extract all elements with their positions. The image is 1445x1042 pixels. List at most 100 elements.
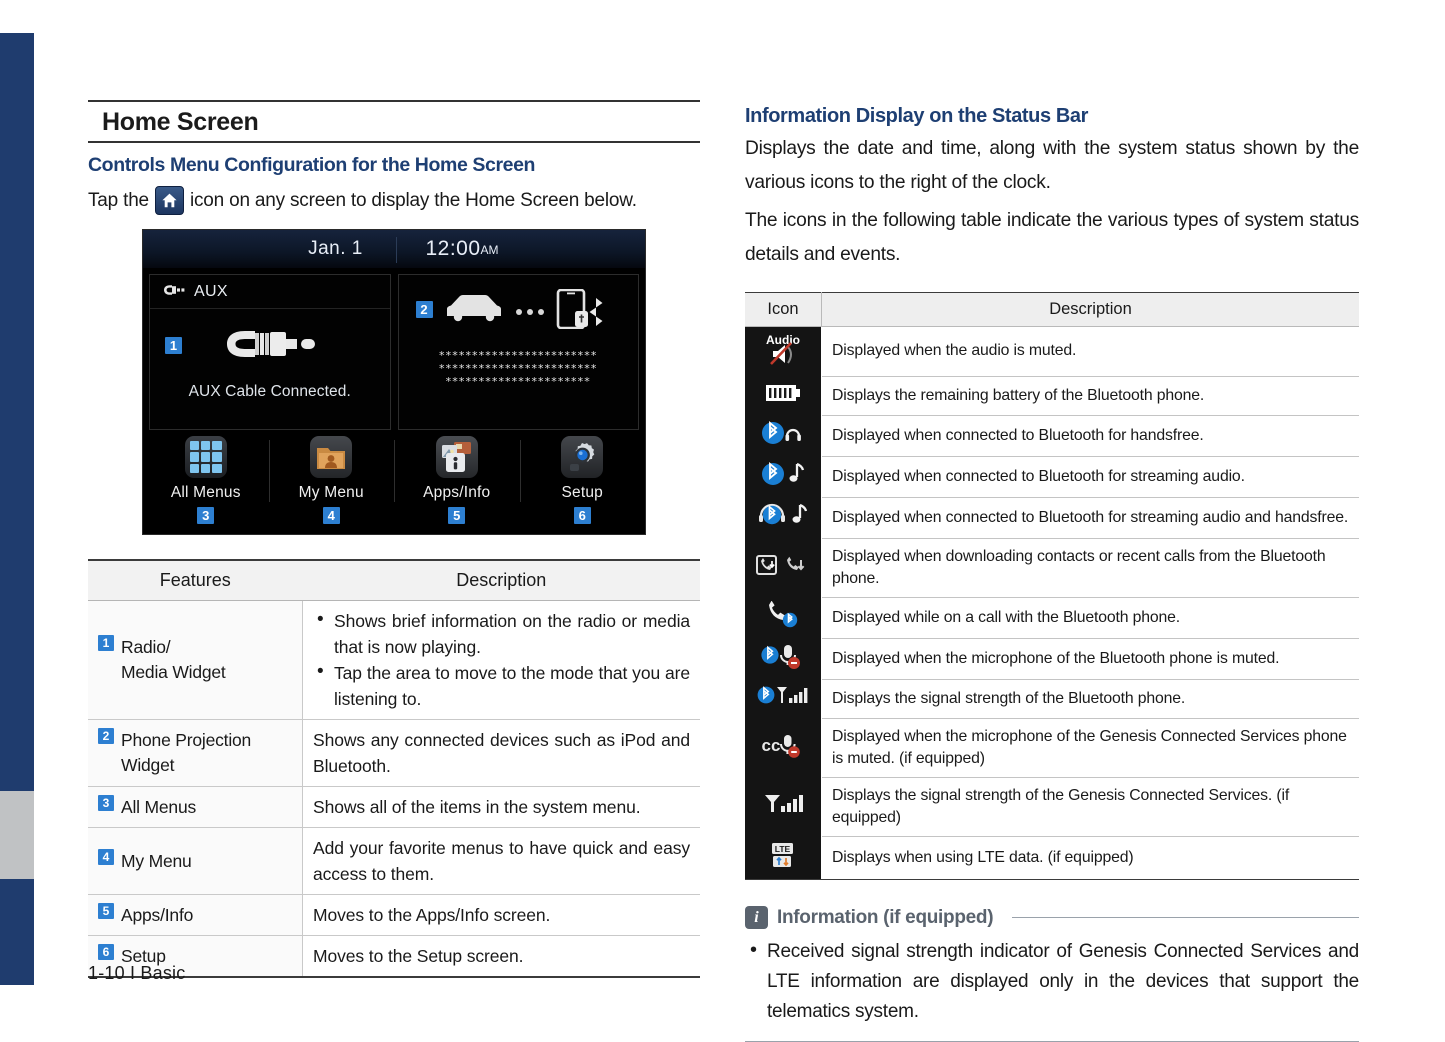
status-description: Displays the signal strength of the Blue… bbox=[821, 679, 1359, 719]
status-description: Displayed when the microphone of the Blu… bbox=[821, 638, 1359, 680]
radio-media-widget[interactable]: AUX 1 AUX Cable Connected. bbox=[149, 274, 391, 430]
table-row: Displayed when connected to Bluetooth fo… bbox=[745, 497, 1359, 539]
information-note-title: Information (if equipped) bbox=[777, 906, 994, 928]
status-bar-time: 12:00 bbox=[425, 237, 481, 260]
intro-instruction: Tap the icon on any screen to display th… bbox=[88, 186, 700, 215]
status-description: Displays when using LTE data. (if equipp… bbox=[821, 836, 1359, 880]
status-description: Displayed when downloading contacts or r… bbox=[821, 538, 1359, 598]
description-text: Shows all of the items in the system men… bbox=[313, 797, 641, 817]
information-header-rule bbox=[1012, 917, 1359, 918]
callout-badge-2: 2 bbox=[98, 728, 114, 744]
callout-badge-5: 5 bbox=[98, 902, 114, 919]
table-row: Displayed when downloading contacts or r… bbox=[745, 538, 1359, 598]
launcher-item-my-menu[interactable]: My Menu 4 bbox=[268, 436, 395, 525]
head-unit-launcher-row: All Menus 3 My Menu 4 Apps/Info 5 Setup … bbox=[143, 430, 645, 534]
aux-cable-icon bbox=[225, 327, 321, 366]
launcher-label-my-menu: My Menu bbox=[298, 484, 364, 501]
connection-dots-icon bbox=[515, 308, 544, 315]
description-bullet: Tap the area to move to the mode that yo… bbox=[313, 659, 690, 712]
table-row: Audio Displayed when the audio is muted. bbox=[745, 326, 1359, 377]
car-icon bbox=[443, 292, 505, 331]
right-column: Information Display on the Status Bar Di… bbox=[745, 105, 1359, 1042]
description-cell: Add your favorite menus to have quick an… bbox=[302, 827, 700, 895]
status-icon-table: Icon Description Audio Displayed when th bbox=[745, 292, 1359, 880]
description-text: Moves to the Setup screen. bbox=[313, 946, 524, 966]
launcher-label-setup: Setup bbox=[561, 484, 603, 501]
callout-badge-3: 3 bbox=[197, 507, 215, 524]
callout-badge-3: 3 bbox=[98, 794, 114, 811]
home-icon bbox=[154, 186, 184, 215]
callout-badge-6: 6 bbox=[573, 507, 591, 524]
callout-badge-5: 5 bbox=[448, 507, 466, 524]
manual-page: Home Screen Controls Menu Configuration … bbox=[0, 0, 1445, 1042]
feature-cell: 1 Radio/ Media Widget bbox=[88, 600, 303, 720]
callout-badge-4: 4 bbox=[98, 848, 114, 865]
bluetooth-audio-icon bbox=[745, 456, 822, 497]
information-note-box: i Information (if equipped) Received sig… bbox=[745, 906, 1359, 1042]
status-description: Displayed when the audio is muted. bbox=[821, 326, 1359, 377]
feature-label-line1: My Menu bbox=[121, 850, 192, 871]
table-row: Displayed when the microphone of the Blu… bbox=[745, 638, 1359, 680]
information-note-list: Received signal strength indicator of Ge… bbox=[745, 935, 1359, 1027]
aux-plug-icon bbox=[163, 283, 185, 301]
lte-data-icon: LTE bbox=[745, 836, 822, 880]
bluetooth-handsfree-icon bbox=[745, 415, 822, 456]
status-bar-ampm: AM bbox=[480, 243, 499, 257]
head-unit-widgets-row: AUX 1 AUX Cable Connected. 2 ***********… bbox=[143, 268, 645, 430]
table-row: Displayed when connected to Bluetooth fo… bbox=[745, 456, 1359, 498]
gcs-mic-muted-icon: cc bbox=[745, 718, 822, 777]
feature-label-line2: Widget bbox=[121, 755, 175, 775]
table-row: LTE Displays when using LTE data. (if eq… bbox=[745, 836, 1359, 880]
feature-cell: 2 Phone Projection Widget bbox=[88, 719, 303, 787]
left-column: Home Screen Controls Menu Configuration … bbox=[88, 100, 700, 978]
status-bar-divider bbox=[396, 237, 397, 263]
masked-line-1: ************************ bbox=[439, 349, 598, 362]
icon-column-header: Icon bbox=[745, 292, 822, 327]
description-cell: Shows brief information on the radio or … bbox=[302, 600, 700, 720]
table-row: 5 Apps/Info Moves to the Apps/Info scree… bbox=[88, 894, 700, 936]
table-row: 2 Phone Projection Widget Shows any conn… bbox=[88, 719, 700, 787]
bluetooth-signal-strength-icon bbox=[745, 679, 822, 718]
status-description: Displayed when connected to Bluetooth fo… bbox=[821, 415, 1359, 457]
launcher-item-apps-info[interactable]: Apps/Info 5 bbox=[394, 436, 520, 525]
svg-text:LTE: LTE bbox=[775, 844, 791, 854]
features-column-header: Features bbox=[88, 559, 303, 601]
status-description: Displays the remaining battery of the Bl… bbox=[821, 376, 1359, 416]
status-bar-clock: 12:00AM bbox=[425, 237, 498, 261]
table-row: Displays the signal strength of the Gene… bbox=[745, 777, 1359, 837]
feature-label-line1: All Menus bbox=[121, 796, 197, 817]
description-cell: Moves to the Apps/Info screen. bbox=[302, 894, 700, 936]
feature-label-line1: Phone Projection bbox=[121, 730, 252, 750]
callout-badge-1: 1 bbox=[165, 337, 182, 354]
table-row: Displays the remaining battery of the Bl… bbox=[745, 376, 1359, 416]
battery-level-icon bbox=[745, 376, 822, 415]
description-cell: Shows all of the items in the system men… bbox=[302, 786, 700, 828]
masked-line-3: ********************** bbox=[445, 375, 591, 388]
page-title: Home Screen bbox=[88, 102, 700, 143]
launcher-item-all-menus[interactable]: All Menus 3 bbox=[143, 436, 269, 525]
table-header-row: Icon Description bbox=[745, 292, 1359, 327]
info-icon: i bbox=[745, 906, 768, 929]
description-column-header: Description bbox=[302, 559, 700, 601]
table-row: Displays the signal strength of the Blue… bbox=[745, 679, 1359, 719]
callout-badge-4: 4 bbox=[322, 507, 340, 524]
aux-widget-header: AUX bbox=[150, 275, 390, 309]
callout-badge-1: 1 bbox=[98, 635, 114, 651]
right-paragraph-1: Displays the date and time, along with t… bbox=[745, 138, 1359, 193]
projection-masked-text: ************************ ***************… bbox=[399, 349, 639, 388]
masked-line-2: ************************ bbox=[439, 362, 598, 375]
status-description: Displayed when connected to Bluetooth fo… bbox=[821, 497, 1359, 539]
gcs-signal-strength-icon bbox=[745, 777, 822, 836]
table-row: 1 Radio/ Media Widget Shows brief inform… bbox=[88, 600, 700, 720]
gear-icon bbox=[561, 436, 604, 478]
status-description: Displayed when connected to Bluetooth fo… bbox=[821, 456, 1359, 498]
page-footer: 1-10 I Basic bbox=[88, 963, 186, 983]
bluetooth-audio-handsfree-icon bbox=[745, 497, 822, 538]
phone-projection-widget[interactable]: 2 ************************ *************… bbox=[397, 274, 639, 430]
projection-graphic bbox=[443, 288, 607, 334]
head-unit-status-bar: Jan. 1 12:00AM bbox=[143, 230, 645, 268]
description-text: Add your favorite menus to have quick an… bbox=[313, 838, 690, 884]
launcher-item-setup[interactable]: Setup 6 bbox=[519, 436, 646, 525]
table-row: Displayed while on a call with the Bluet… bbox=[745, 597, 1359, 639]
intro-suffix: icon on any screen to display the Home S… bbox=[189, 189, 637, 211]
